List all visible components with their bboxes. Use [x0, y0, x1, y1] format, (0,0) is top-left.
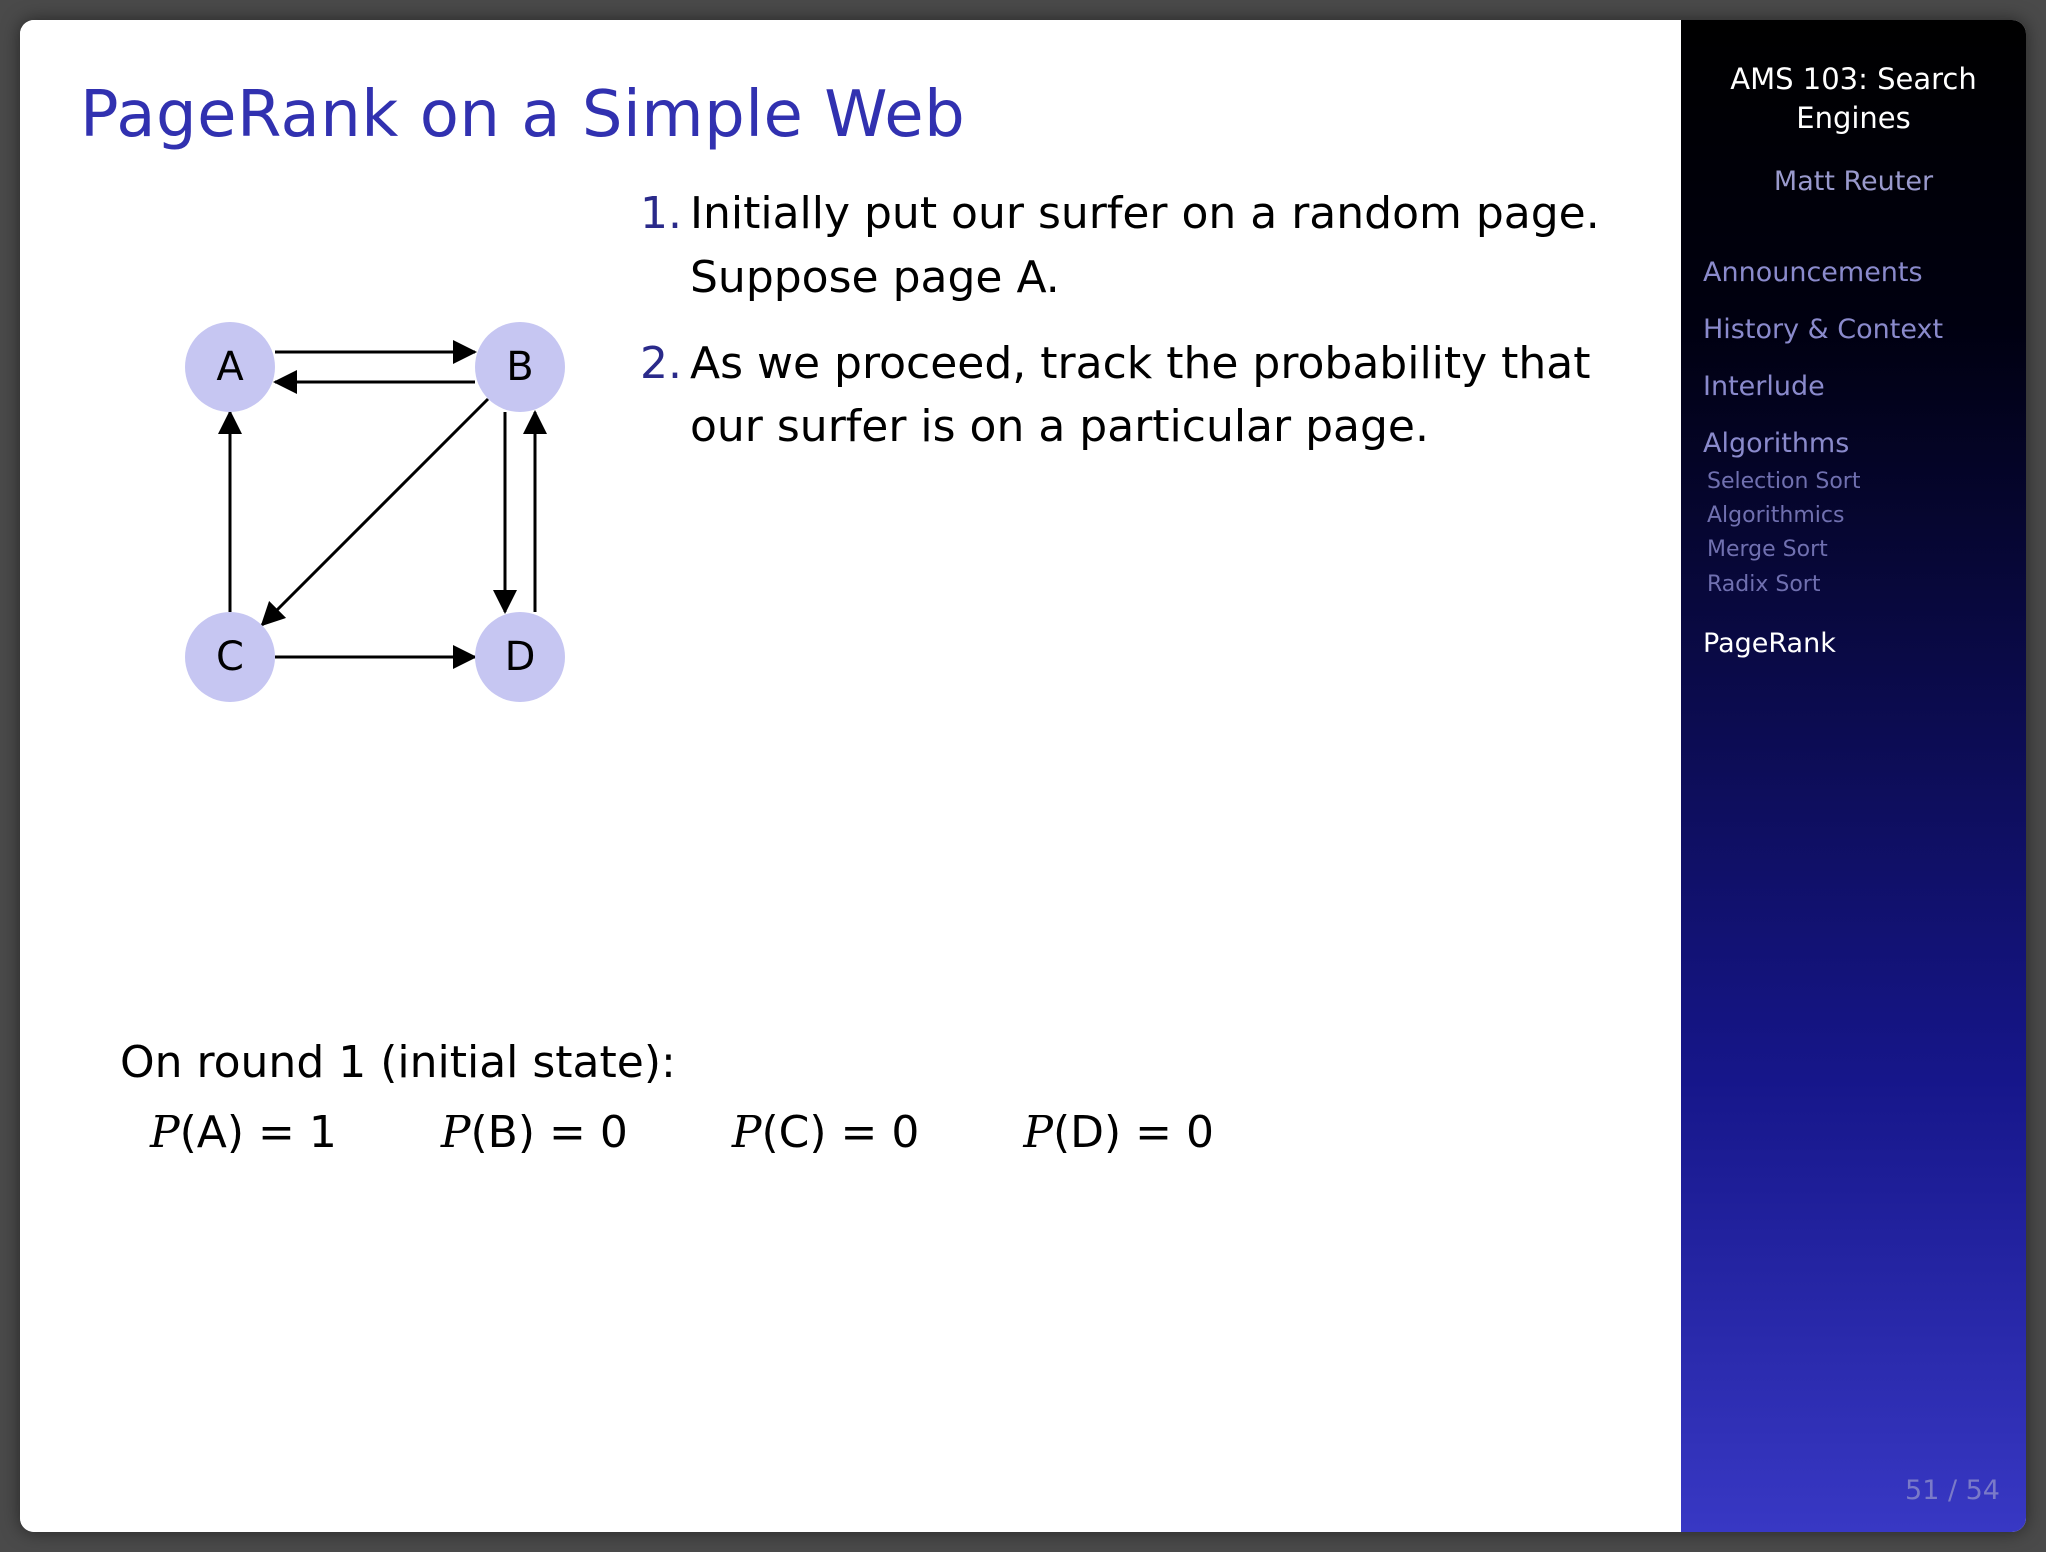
prob-a-val: 1: [309, 1107, 337, 1158]
prob-a: P(A) = 1: [150, 1100, 337, 1166]
step-list: 1. Initially put our surfer on a random …: [620, 182, 1621, 481]
content-row: A B C D 1. Initially put our surfer on a…: [80, 182, 1621, 712]
prob-row: P(A) = 1 P(B) = 0 P(C) = 0 P(D) = 0: [120, 1100, 1304, 1166]
step-1: 1. Initially put our surfer on a random …: [640, 182, 1621, 310]
graph-svg: A B C D: [80, 272, 620, 712]
slide-frame: PageRank on a Simple Web: [20, 20, 2026, 1532]
nav-merge-sort[interactable]: Merge Sort: [1703, 533, 2004, 567]
round-block: On round 1 (initial state): P(A) = 1 P(B…: [120, 1030, 1304, 1166]
nav-interlude[interactable]: Interlude: [1703, 371, 2004, 402]
prob-c-val: 0: [891, 1107, 919, 1158]
node-c-label: C: [216, 634, 244, 680]
sidebar: AMS 103: Search Engines Matt Reuter Anno…: [1681, 20, 2026, 1532]
nav-history-context[interactable]: History & Context: [1703, 314, 2004, 345]
author: Matt Reuter: [1703, 166, 2004, 197]
prob-b-val: 0: [600, 1107, 628, 1158]
step-2: 2. As we proceed, track the probability …: [640, 332, 1621, 460]
course-title: AMS 103: Search Engines: [1703, 60, 2004, 138]
node-b-label: B: [506, 344, 533, 390]
prob-c: P(C) = 0: [732, 1100, 920, 1166]
step-1-num: 1.: [640, 182, 690, 310]
step-2-text: As we proceed, track the probability tha…: [690, 332, 1621, 460]
node-d-label: D: [505, 634, 536, 680]
slide-title: PageRank on a Simple Web: [80, 78, 1621, 152]
edge-b-c: [262, 399, 488, 625]
nav-selection-sort[interactable]: Selection Sort: [1703, 465, 2004, 499]
step-1-text: Initially put our surfer on a random pag…: [690, 182, 1621, 310]
node-a-label: A: [216, 344, 244, 390]
nav-algorithms[interactable]: Algorithms: [1703, 428, 2004, 459]
graph-diagram: A B C D: [80, 272, 620, 712]
round-label: On round 1 (initial state):: [120, 1030, 1304, 1096]
nav-announcements[interactable]: Announcements: [1703, 257, 2004, 288]
step-2-num: 2.: [640, 332, 690, 460]
nav-radix-sort[interactable]: Radix Sort: [1703, 568, 2004, 602]
prob-d: P(D) = 0: [1023, 1100, 1214, 1166]
prob-b: P(B) = 0: [441, 1100, 628, 1166]
page-number: 51 / 54: [1905, 1475, 2000, 1506]
course-line1: AMS 103: Search: [1730, 62, 1976, 96]
nav-pagerank[interactable]: PageRank: [1703, 628, 2004, 659]
nav-algorithmics[interactable]: Algorithmics: [1703, 499, 2004, 533]
course-line2: Engines: [1796, 101, 1911, 135]
slide-main: PageRank on a Simple Web: [20, 20, 1681, 1532]
prob-d-val: 0: [1186, 1107, 1214, 1158]
